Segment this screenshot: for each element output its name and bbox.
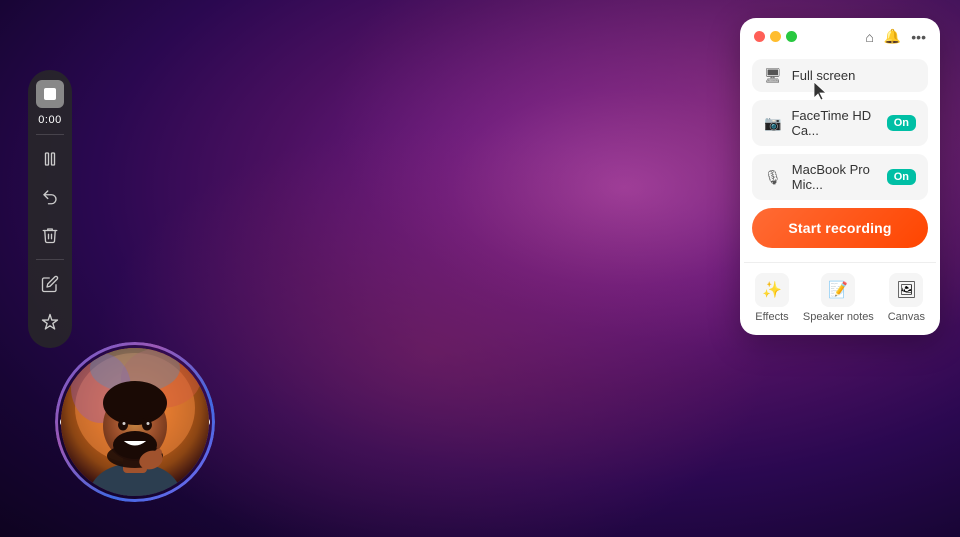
toolbar-divider-2 [36,259,64,260]
more-options-icon[interactable]: ••• [911,29,926,45]
effects-toolbar-button[interactable] [34,306,66,338]
camera-icon: 📷 [764,115,781,132]
mic-label: MacBook Pro Mic... [792,162,877,192]
close-button[interactable] [754,31,765,42]
traffic-lights [754,31,797,42]
canvas-button[interactable]: 🖼 Canvas [888,273,925,323]
avatar [61,348,209,496]
mic-badge: On [887,169,916,185]
stop-button[interactable] [36,80,64,108]
effects-label: Effects [755,311,788,323]
effects-button[interactable]: ✨ Effects [755,273,789,323]
left-toolbar: 0:00 [28,70,72,348]
panel-bottom-toolbar: ✨ Effects 📝 Speaker notes 🖼 Canvas [740,263,940,335]
panel-content: 🖥 Full screen 📷 FaceTime HD Ca... On 🎙 M… [740,53,940,262]
minimize-button[interactable] [770,31,781,42]
speaker-notes-button[interactable]: 📝 Speaker notes [803,273,874,323]
bell-icon[interactable]: 🔔 [884,28,901,45]
pause-button[interactable] [34,143,66,175]
start-recording-button[interactable]: Start recording [752,208,928,248]
person-svg [61,348,209,496]
full-screen-row[interactable]: 🖥 Full screen [752,59,928,92]
canvas-icon: 🖼 [889,273,923,307]
microphone-row[interactable]: 🎙 MacBook Pro Mic... On [752,154,928,200]
draw-button[interactable] [34,268,66,300]
notes-icon: 📝 [821,273,855,307]
avatar-container [55,342,215,502]
delete-button[interactable] [34,219,66,251]
panel-titlebar: ⌂ 🔔 ••• [740,18,940,53]
speaker-notes-label: Speaker notes [803,311,874,323]
full-screen-label: Full screen [792,68,916,83]
effects-icon: ✨ [755,273,789,307]
home-icon[interactable]: ⌂ [865,29,873,45]
canvas-label: Canvas [888,311,925,323]
mic-icon: 🎙 [764,169,782,186]
timer-display: 0:00 [38,114,61,126]
camera-row[interactable]: 📷 FaceTime HD Ca... On [752,100,928,146]
recording-panel: ⌂ 🔔 ••• 🖥 Full screen 📷 FaceTime HD Ca..… [740,18,940,335]
monitor-icon: 🖥 [764,67,782,84]
undo-button[interactable] [34,181,66,213]
camera-label: FaceTime HD Ca... [791,108,876,138]
titlebar-icons: ⌂ 🔔 ••• [865,28,926,45]
maximize-button[interactable] [786,31,797,42]
toolbar-divider-1 [36,134,64,135]
camera-badge: On [887,115,916,131]
